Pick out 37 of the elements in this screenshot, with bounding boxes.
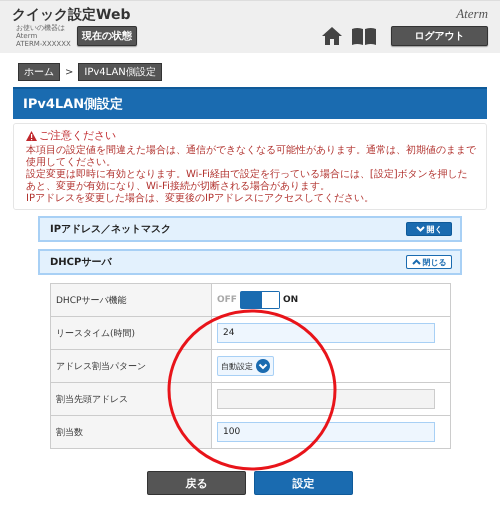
on-label: ON: [282, 295, 298, 305]
setting-label: 割当先頭アドレス: [51, 383, 212, 415]
breadcrumb-separator: >: [65, 66, 74, 78]
section-title: IPアドレス／ネットマスク: [50, 223, 172, 236]
logout-button[interactable]: ログアウト: [391, 26, 488, 46]
home-icon[interactable]: [321, 26, 343, 46]
notice-text: 設定変更は即時に有効となります。Wi-Fi経由で設定を行っている場合には、[設定]ボタンを押したあと、変更が有効になり、Wi-Fi接続が切断される場合があります。: [26, 169, 469, 192]
setting-label: 割当数: [51, 416, 212, 448]
breadcrumb-link[interactable]: ホーム: [18, 63, 60, 81]
brand-logo: Aterm: [456, 6, 488, 22]
dropdown[interactable]: 自動設定: [217, 356, 274, 376]
section-header[interactable]: DHCPサーバ 閉じる: [38, 249, 462, 275]
chevron-down-icon: [256, 359, 270, 373]
input-field[interactable]: 100: [217, 422, 435, 442]
setting-label: リースタイム(時間): [51, 317, 212, 349]
toggle-switch[interactable]: [240, 291, 280, 309]
chevron-icon: [412, 259, 420, 265]
book-icon[interactable]: [351, 27, 377, 45]
notice-title: ご注意ください: [39, 128, 116, 143]
section-toggle-button[interactable]: 閉じる: [406, 255, 452, 269]
back-button[interactable]: 戻る: [147, 471, 246, 495]
setting-label: アドレス割当パターン: [51, 350, 212, 382]
section-header[interactable]: IPアドレス／ネットマスク 開く: [38, 216, 462, 242]
input-field[interactable]: 24: [217, 323, 435, 343]
chevron-icon: [416, 226, 424, 232]
warning-icon: [26, 130, 37, 140]
section-toggle-button[interactable]: 開く: [406, 222, 452, 236]
setting-label: DHCPサーバ機能: [51, 284, 212, 316]
notice-text: IPアドレスを変更した場合は、変更後のIPアドレスにアクセスしてください。: [26, 193, 375, 205]
page-title-bar: IPv4LAN側設定: [13, 87, 487, 119]
app-title: クイック設定Web: [12, 6, 132, 24]
off-label: OFF: [217, 295, 237, 305]
section-title: DHCPサーバ: [50, 256, 112, 269]
submit-button[interactable]: 設定: [254, 471, 353, 495]
breadcrumb-link[interactable]: IPv4LAN側設定: [78, 63, 162, 81]
notice-text: 本項目の設定値を間違えた場合は、通信ができなくなる可能性があります。通常は、初期値のままで使用してください。: [26, 145, 476, 168]
status-button[interactable]: 現在の状態: [76, 26, 137, 46]
